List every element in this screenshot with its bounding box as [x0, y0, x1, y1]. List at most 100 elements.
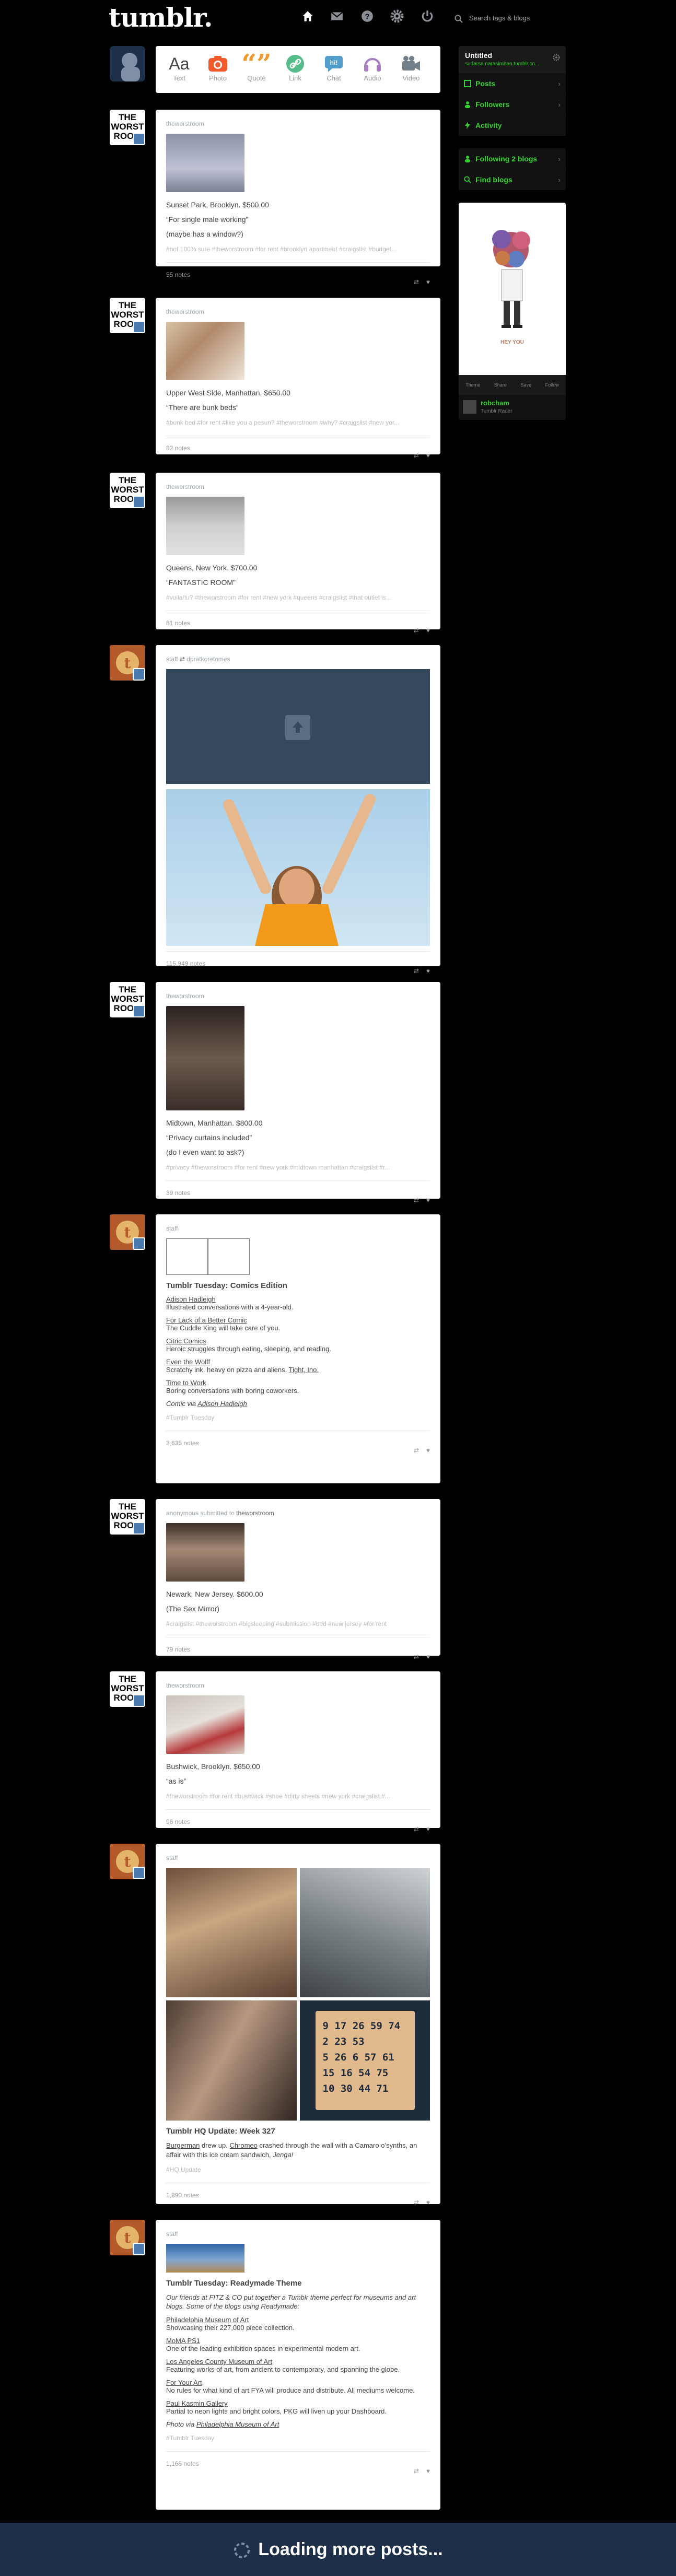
post-type-video[interactable]: Video: [393, 53, 429, 82]
sidebar-item-followers[interactable]: Followers ›: [459, 94, 566, 115]
gear-icon[interactable]: [552, 53, 561, 62]
museum-link[interactable]: Paul Kasmin Gallery: [166, 2399, 430, 2407]
comic-link[interactable]: For Lack of a Better Comic: [166, 1316, 430, 1324]
heart-icon[interactable]: ♥: [426, 959, 430, 983]
heart-icon[interactable]: ♥: [426, 1645, 430, 1669]
avatar-theworstroom[interactable]: THE WORST ROOM: [110, 982, 145, 1017]
post-type-photo[interactable]: Photo: [200, 53, 236, 82]
reblog-icon[interactable]: ⇄: [414, 443, 419, 467]
post-notes[interactable]: 1,890 notes: [166, 2192, 199, 2199]
power-icon[interactable]: [421, 9, 434, 23]
post-type-audio[interactable]: Audio: [354, 53, 391, 82]
body-link[interactable]: Chromeo: [229, 2141, 257, 2149]
comic-link[interactable]: Even the Wolff: [166, 1358, 430, 1366]
post-photo[interactable]: [166, 1868, 297, 1997]
reblog-icon[interactable]: ⇄: [414, 1438, 419, 1462]
reblog-source[interactable]: dpratkoretomes: [187, 655, 230, 663]
post-tags[interactable]: #privacy #theworstroom #for rent #new yo…: [166, 1164, 430, 1171]
heart-icon[interactable]: ♥: [426, 270, 430, 294]
help-icon[interactable]: ?: [360, 9, 374, 23]
post-type-chat[interactable]: hi! Chat: [316, 53, 352, 82]
radar-action-follow[interactable]: Follow: [545, 382, 559, 388]
post-notes[interactable]: 55 notes: [166, 271, 190, 278]
post-notes[interactable]: 1,166 notes: [166, 2460, 199, 2467]
avatar-theworstroom[interactable]: THE WORST ROOM: [110, 1671, 145, 1707]
comic-link[interactable]: Adison Hadleigh: [166, 1295, 430, 1303]
post-notes[interactable]: 82 notes: [166, 444, 190, 452]
post-type-quote[interactable]: “” Quote: [238, 48, 275, 82]
post-notes[interactable]: 96 notes: [166, 1818, 190, 1825]
sidebar-item-activity[interactable]: Activity: [459, 115, 566, 136]
post-photo[interactable]: [166, 1695, 244, 1754]
avatar-staff[interactable]: t: [110, 2220, 145, 2255]
my-avatar[interactable]: [110, 46, 145, 81]
post-blog-name[interactable]: staff: [166, 2230, 430, 2238]
post-photo[interactable]: [166, 789, 430, 946]
post-blog-name[interactable]: theworstroom: [166, 992, 430, 1000]
post-notes[interactable]: 3,635 notes: [166, 1439, 199, 1447]
post-tags[interactable]: #voila/tu? #theworstroom #for rent #new …: [166, 594, 430, 601]
post-blog-name[interactable]: staff: [166, 1854, 430, 1861]
post-photo[interactable]: [166, 497, 244, 555]
heart-icon[interactable]: ♥: [426, 2459, 430, 2483]
avatar-staff[interactable]: t: [110, 1214, 145, 1250]
reblog-icon[interactable]: ⇄: [414, 1645, 419, 1669]
post-type-link[interactable]: Link: [277, 53, 313, 82]
comic-image[interactable]: [166, 1238, 250, 1275]
radar-action-theme[interactable]: Theme: [465, 382, 480, 388]
reblog-icon[interactable]: ⇄: [414, 959, 419, 983]
blog-header[interactable]: Untitled sudarsa.narasimhan.tumblr.co...: [459, 46, 566, 73]
post-photo[interactable]: [166, 134, 244, 192]
post-tags[interactable]: #HQ Update: [166, 2166, 430, 2173]
post-blog-name[interactable]: staff: [166, 1225, 430, 1232]
comic-link[interactable]: Citric Comics: [166, 1337, 430, 1345]
reblog-icon[interactable]: ⇄: [414, 618, 419, 642]
post-blog-name[interactable]: theworstroom: [166, 1682, 430, 1689]
post-tags[interactable]: #craigslist #theworstroom #bigsleeping #…: [166, 1620, 430, 1627]
gif-placeholder[interactable]: [166, 669, 430, 784]
museum-link[interactable]: Los Angeles County Museum of Art: [166, 2358, 430, 2366]
avatar-theworstroom[interactable]: THE WORST ROOM: [110, 1499, 145, 1535]
heart-icon[interactable]: ♥: [426, 618, 430, 642]
reblog-icon[interactable]: ⇄: [414, 2459, 419, 2483]
via-link[interactable]: Adison Hadleigh: [197, 1400, 247, 1408]
post-photo[interactable]: [299, 1868, 430, 1997]
radar-action-save[interactable]: Save: [521, 382, 532, 388]
museum-link[interactable]: MoMA PS1: [166, 2337, 430, 2345]
post-blog-link[interactable]: anonymous: [166, 1509, 199, 1517]
find-blogs-link[interactable]: Find blogs ›: [459, 169, 566, 190]
gear-icon[interactable]: [390, 9, 404, 23]
post-photo[interactable]: [166, 2000, 297, 2121]
post-notes[interactable]: 115,949 notes: [166, 960, 205, 967]
post-photo[interactable]: 9 17 26 59 74 2 23 53 5 26 6 57 61 15 16…: [299, 2000, 430, 2121]
radar-action-share[interactable]: Share: [494, 382, 507, 388]
body-link[interactable]: Burgerman: [166, 2141, 200, 2149]
post-photo[interactable]: [166, 1006, 244, 1110]
post-type-text[interactable]: Aa Text: [161, 53, 197, 83]
comic-link[interactable]: Time to Work: [166, 1379, 430, 1387]
heart-icon[interactable]: ♥: [426, 1817, 430, 1841]
sidebar-item-posts[interactable]: Posts ›: [459, 73, 566, 94]
post-photo[interactable]: [166, 2244, 244, 2273]
post-blog-link[interactable]: staff: [166, 655, 178, 663]
tumblr-logo[interactable]: tumblr.: [109, 2, 213, 33]
post-tags[interactable]: #not 100% sure #theworstroom #for rent #…: [166, 245, 430, 253]
avatar-theworstroom[interactable]: THE WORST ROOM: [110, 110, 145, 145]
heart-icon[interactable]: ♥: [426, 1188, 430, 1212]
post-tags[interactable]: #Tumblr Tuesday: [166, 2434, 430, 2442]
radar-blog[interactable]: robcham Tumblr Radar: [459, 395, 566, 420]
submitted-target[interactable]: theworstroom: [236, 1509, 274, 1517]
post-tags[interactable]: #bunk bed #for rent #like you a pesun? #…: [166, 419, 430, 426]
museum-link[interactable]: For Your Art: [166, 2379, 430, 2386]
search-bar[interactable]: Search tags & blogs: [454, 10, 543, 26]
post-blog-name[interactable]: theworstroom: [166, 120, 430, 127]
avatar-staff[interactable]: t: [110, 645, 145, 681]
heart-icon[interactable]: ♥: [426, 2191, 430, 2215]
avatar-theworstroom[interactable]: THE WORST ROOM: [110, 298, 145, 333]
comic-extra-link[interactable]: Tight, Ino.: [289, 1366, 319, 1374]
avatar-theworstroom[interactable]: THE WORST ROOM: [110, 473, 145, 508]
reblog-icon[interactable]: ⇄: [414, 270, 419, 294]
post-blog-name[interactable]: theworstroom: [166, 308, 430, 315]
reblog-icon[interactable]: ⇄: [414, 1817, 419, 1841]
post-tags[interactable]: #theworstroom #for rent #bushwick #shoe …: [166, 1793, 430, 1800]
